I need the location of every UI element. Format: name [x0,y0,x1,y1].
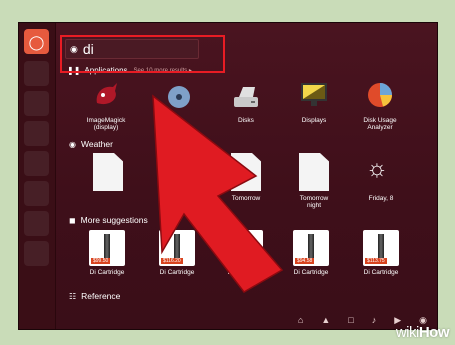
launcher-item-settings[interactable] [24,241,49,266]
product-thumbnail[interactable]: $94.58 [293,230,329,266]
disk-utility-icon[interactable] [165,83,195,111]
launcher-item-browser[interactable] [24,91,49,116]
cartridge-image [378,234,384,258]
cartridge-image [308,234,314,258]
suggestion-label: Di Cartridge [293,269,329,276]
price-tag: $94.58 [295,258,315,264]
imagemagick-icon[interactable] [91,81,121,109]
disks-icon[interactable] [231,83,261,111]
cartridge-image [174,234,180,258]
product-thumbnail[interactable]: $113.75 [363,230,399,266]
app-label: ImageMagick (display) [86,117,126,131]
music-lens-icon[interactable]: ♪ [372,315,377,325]
watermark-wiki: wiki [395,324,420,341]
weather-label: Friday, 8 [368,195,394,202]
suggestion-label: Di Cartridge [159,269,195,276]
highlight-box [60,35,225,73]
price-tag: $99.50 [91,258,111,264]
suggestions-section-title: More suggestions [80,215,148,225]
suggestions-section-header: ◼ More suggestions [69,215,148,225]
applications-lens-icon[interactable]: ▲ [321,315,330,325]
sun-icon[interactable]: ☼ [366,155,388,183]
home-lens-icon[interactable]: ⌂ [298,315,303,325]
disk-usage-analyzer-icon[interactable] [365,81,395,109]
product-thumbnail[interactable]: $99.50 [89,230,125,266]
weather-section-title: Weather [80,139,113,149]
files-lens-icon[interactable]: □ [348,315,353,325]
weather-label: Tomorrow [231,195,261,202]
weather-doc-icon[interactable] [93,153,123,191]
ubuntu-logo-icon: ◯ [28,33,45,50]
weather-doc-icon[interactable] [231,153,261,191]
shopping-bag-icon: ◼ [69,215,76,225]
weather-section-icon: ◉ [69,139,76,149]
product-thumbnail[interactable]: $116.20 [159,230,195,266]
suggestion-label: Di Cartridge [363,269,399,276]
suggestion-label: Di Cartridge [227,269,263,276]
unity-dash: ◯ ◉ di ❚❚ Applications See 10 more resul… [19,23,437,329]
launcher-item-calc[interactable] [24,151,49,176]
weather-label: Tomorrow night [299,195,329,209]
screen-frame: ◯ ◉ di ❚❚ Applications See 10 more resul… [18,22,438,330]
app-label: Displays [301,117,327,124]
price-tag: $116.20 [161,258,183,264]
cartridge-image [242,234,248,258]
lens-bar: ⌂ ▲ □ ♪ ▶ ◉ [55,311,437,329]
suggestion-label: Di Cartridge [89,269,125,276]
reference-section-icon: ☷ [69,291,77,301]
launcher-item-impress[interactable] [24,181,49,206]
launcher-item-files[interactable] [24,61,49,86]
app-label: Disks [238,117,254,124]
weather-doc-icon[interactable] [163,153,193,191]
launcher-item-software[interactable] [24,211,49,236]
product-thumbnail[interactable] [227,230,263,266]
dash-home-button[interactable]: ◯ [24,29,49,54]
launcher: ◯ [19,23,56,329]
reference-section-title: Reference [81,291,121,301]
watermark-how: How [418,324,450,341]
launcher-item-writer[interactable] [24,121,49,146]
cartridge-image [104,234,110,258]
wikihow-watermark: wikiHow [395,324,450,341]
app-label: Disk Usage Analyzer [363,117,397,131]
reference-section-header: ☷ Reference [69,291,120,301]
displays-icon[interactable] [299,81,329,109]
weather-section-header: ◉ Weather [69,139,113,149]
price-tag: $113.75 [365,258,387,264]
weather-doc-icon[interactable] [299,153,329,191]
